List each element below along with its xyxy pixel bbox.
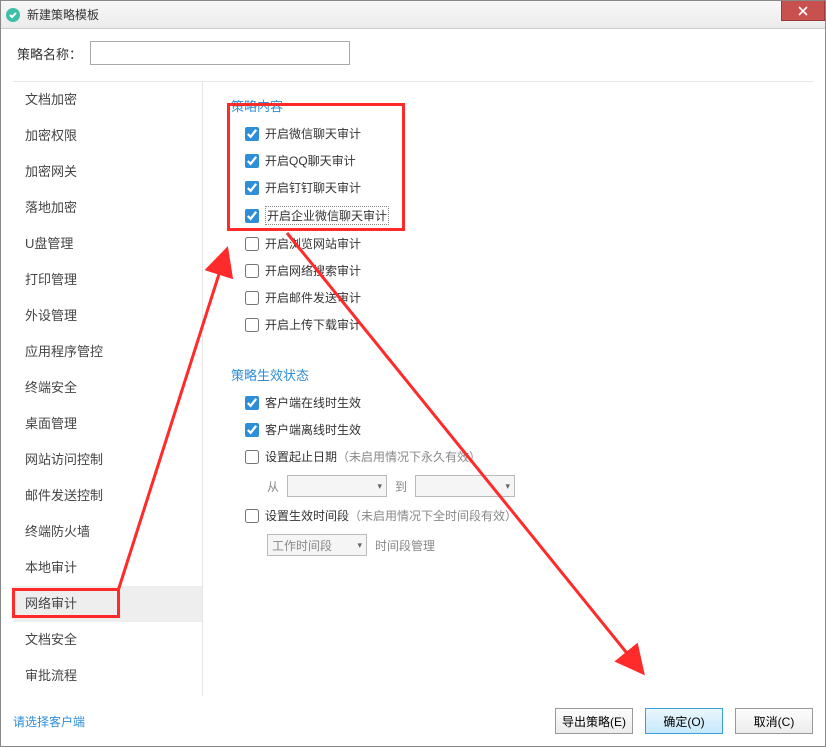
date-inputs-row: 从 ▾ 到 ▾ — [267, 475, 805, 497]
policy-check-label: 开启上传下载审计 — [265, 316, 361, 333]
close-icon — [798, 6, 808, 16]
policy-checkbox[interactable] — [245, 127, 259, 141]
policy-checkbox[interactable] — [245, 209, 259, 223]
button-group: 导出策略(E) 确定(O) 取消(C) — [555, 708, 813, 734]
sidebar-item[interactable]: 审批流程 — [13, 658, 202, 694]
policy-content-list: 开启微信聊天审计开启QQ聊天审计开启钉钉聊天审计开启企业微信聊天审计开启浏览网站… — [231, 125, 805, 333]
date-range-checkbox[interactable] — [245, 450, 259, 464]
policy-checkbox[interactable] — [245, 154, 259, 168]
date-range-label: 设置起止日期 — [265, 448, 337, 465]
select-client-link[interactable]: 请选择客户端 — [13, 713, 85, 730]
app-icon — [5, 7, 21, 23]
policy-check-row: 开启企业微信聊天审计 — [245, 206, 805, 225]
policy-check-label: 开启浏览网站审计 — [265, 235, 361, 252]
cancel-button[interactable]: 取消(C) — [735, 708, 813, 734]
policy-checkbox[interactable] — [245, 237, 259, 251]
policy-name-row: 策略名称： — [13, 41, 813, 65]
timeslot-checkbox[interactable] — [245, 509, 259, 523]
client-online-checkbox[interactable] — [245, 396, 259, 410]
timeslot-combo[interactable]: 工作时间段 ▾ — [267, 534, 367, 556]
date-range-hint: （未启用情况下永久有效） — [337, 448, 481, 465]
section-title-content: 策略内容 — [231, 96, 805, 115]
sidebar-item[interactable]: 应用程序管控 — [13, 334, 202, 370]
policy-check-row: 开启邮件发送审计 — [245, 289, 805, 306]
sidebar-item[interactable]: 终端安全 — [13, 370, 202, 406]
sidebar-item[interactable]: 外设管理 — [13, 298, 202, 334]
policy-check-label: 开启微信聊天审计 — [265, 125, 361, 142]
policy-check-label: 开启邮件发送审计 — [265, 289, 361, 306]
policy-checkbox[interactable] — [245, 318, 259, 332]
sidebar-item[interactable]: 文档加密 — [13, 82, 202, 118]
export-button[interactable]: 导出策略(E) — [555, 708, 633, 734]
policy-check-row: 开启钉钉聊天审计 — [245, 179, 805, 196]
policy-check-label: 开启企业微信聊天审计 — [265, 206, 389, 225]
policy-checkbox[interactable] — [245, 291, 259, 305]
sidebar-item[interactable]: 本地审计 — [13, 550, 202, 586]
client-online-row: 客户端在线时生效 — [245, 394, 805, 411]
timeslot-combo-row: 工作时间段 ▾ 时间段管理 — [267, 534, 805, 556]
timeslot-row: 设置生效时间段 （未启用情况下全时间段有效） — [245, 507, 805, 524]
sidebar-item[interactable]: 网络审计 — [13, 586, 202, 622]
sidebar-item[interactable]: 邮件发送控制 — [13, 478, 202, 514]
policy-check-label: 开启钉钉聊天审计 — [265, 179, 361, 196]
timeslot-combo-value: 工作时间段 — [272, 537, 332, 554]
policy-name-input[interactable] — [90, 41, 350, 65]
main-panel: 策略内容 开启微信聊天审计开启QQ聊天审计开启钉钉聊天审计开启企业微信聊天审计开… — [203, 82, 813, 696]
policy-check-row: 开启上传下载审计 — [245, 316, 805, 333]
date-to-label: 到 — [395, 478, 407, 495]
sidebar-item[interactable]: 终端防火墙 — [13, 514, 202, 550]
sidebar-item[interactable]: 落地加密 — [13, 190, 202, 226]
window-title: 新建策略模板 — [27, 6, 99, 23]
timeslot-label: 设置生效时间段 — [265, 507, 349, 524]
timeslot-manage-link[interactable]: 时间段管理 — [375, 537, 435, 554]
client-online-label: 客户端在线时生效 — [265, 394, 361, 411]
date-from-input[interactable]: ▾ — [287, 475, 387, 497]
client-offline-row: 客户端离线时生效 — [245, 421, 805, 438]
date-to-input[interactable]: ▾ — [415, 475, 515, 497]
policy-check-row: 开启浏览网站审计 — [245, 235, 805, 252]
policy-check-label: 开启网络搜索审计 — [265, 262, 361, 279]
policy-check-row: 开启微信聊天审计 — [245, 125, 805, 142]
client-offline-checkbox[interactable] — [245, 423, 259, 437]
sidebar-item[interactable]: 打印管理 — [13, 262, 202, 298]
policy-checkbox[interactable] — [245, 264, 259, 278]
chevron-down-icon: ▾ — [357, 540, 362, 551]
section-title-effect: 策略生效状态 — [231, 365, 805, 384]
policy-check-label: 开启QQ聊天审计 — [265, 152, 356, 169]
timeslot-hint: （未启用情况下全时间段有效） — [349, 507, 517, 524]
ok-button[interactable]: 确定(O) — [645, 708, 723, 734]
sidebar-item[interactable]: U盘管理 — [13, 226, 202, 262]
sidebar-item[interactable]: 文档安全 — [13, 622, 202, 658]
date-range-row: 设置起止日期 （未启用情况下永久有效） — [245, 448, 805, 465]
sidebar: 文档加密加密权限加密网关落地加密U盘管理打印管理外设管理应用程序管控终端安全桌面… — [13, 82, 203, 696]
chevron-down-icon: ▾ — [377, 481, 382, 492]
policy-name-label: 策略名称： — [17, 44, 82, 63]
close-button[interactable] — [781, 1, 825, 21]
content: 策略名称： 文档加密加密权限加密网关落地加密U盘管理打印管理外设管理应用程序管控… — [1, 29, 825, 746]
sidebar-item[interactable]: 加密权限 — [13, 118, 202, 154]
footer: 请选择客户端 导出策略(E) 确定(O) 取消(C) — [13, 708, 813, 734]
titlebar: 新建策略模板 — [1, 1, 825, 29]
date-from-label: 从 — [267, 478, 279, 495]
sidebar-item[interactable]: 网站访问控制 — [13, 442, 202, 478]
sidebar-item[interactable]: 桌面管理 — [13, 406, 202, 442]
policy-check-row: 开启网络搜索审计 — [245, 262, 805, 279]
policy-check-row: 开启QQ聊天审计 — [245, 152, 805, 169]
policy-checkbox[interactable] — [245, 181, 259, 195]
sidebar-item[interactable]: 加密网关 — [13, 154, 202, 190]
body: 文档加密加密权限加密网关落地加密U盘管理打印管理外设管理应用程序管控终端安全桌面… — [13, 81, 813, 696]
dialog-window: 新建策略模板 策略名称： 文档加密加密权限加密网关落地加密U盘管理打印管理外设管… — [0, 0, 826, 747]
client-offline-label: 客户端离线时生效 — [265, 421, 361, 438]
chevron-down-icon: ▾ — [506, 481, 511, 492]
